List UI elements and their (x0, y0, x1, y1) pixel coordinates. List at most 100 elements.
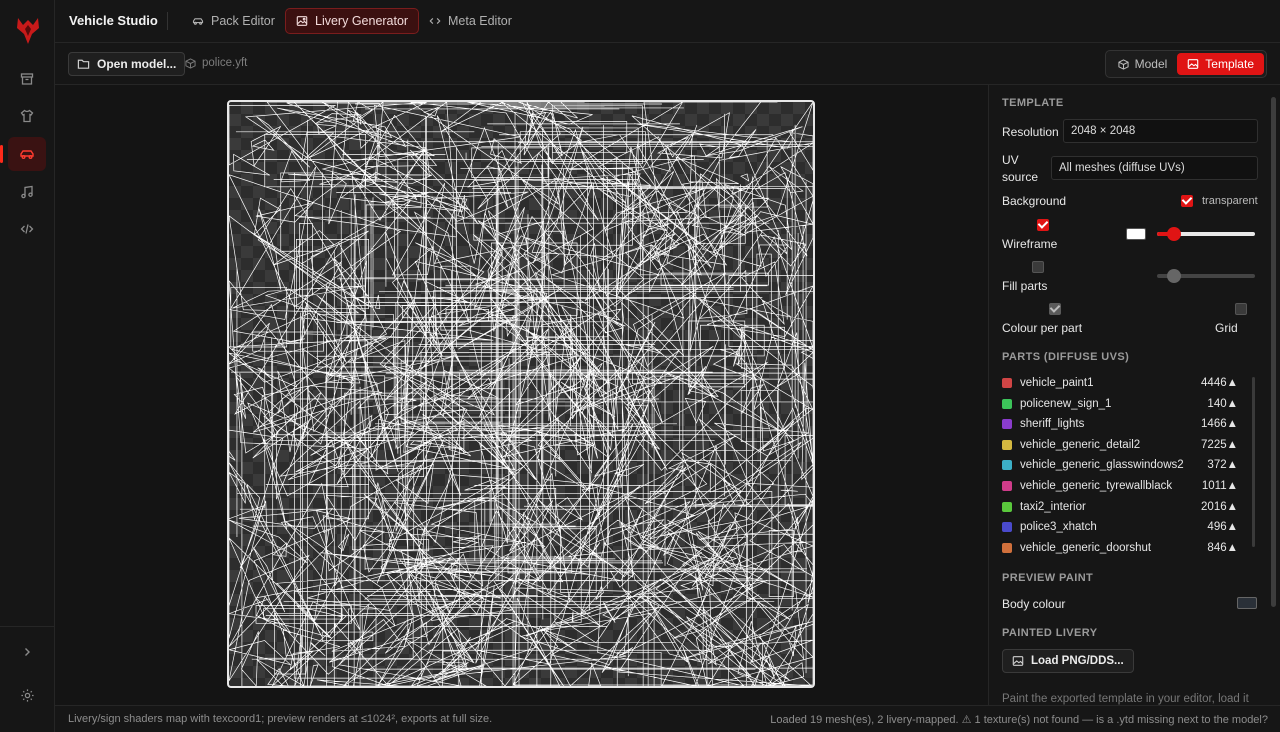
slider-knob[interactable] (1166, 269, 1181, 283)
wireframe-lines (229, 102, 813, 686)
background-label: Background (1002, 194, 1067, 208)
open-model-label: Open model... (97, 57, 177, 71)
part-triangle-count: 372▲ (1207, 459, 1238, 472)
view-toggle: Model Template (1104, 50, 1267, 78)
image-icon (1012, 656, 1024, 666)
part-row[interactable]: vehicle_paint1 4446▲ (1002, 373, 1238, 393)
tab-livery-generator[interactable]: Livery Generator (285, 8, 420, 34)
rail-expand-button[interactable] (8, 635, 46, 669)
uv-template-preview (227, 100, 815, 688)
tab-pack-editor[interactable]: Pack Editor (182, 8, 285, 34)
part-color-swatch (1002, 398, 1012, 409)
part-name: police3_xhatch (1020, 521, 1097, 534)
part-row[interactable]: vehicle_generic_doorshut 846▲ (1002, 538, 1238, 558)
rail-meta-button[interactable] (8, 212, 46, 246)
app-title: Vehicle Studio (69, 13, 158, 28)
body-colour-label: Body colour (1002, 597, 1066, 611)
image-icon (1188, 59, 1199, 69)
shirt-icon (20, 109, 34, 123)
part-name: vehicle_generic_tyrewallblack (1020, 480, 1173, 492)
archive-icon (20, 73, 34, 85)
part-row[interactable]: vehicle_generic_tyrewallblack 1011▲ (1002, 476, 1238, 496)
part-triangle-count: 2016▲ (1201, 500, 1238, 513)
view-model-label: Model (1134, 57, 1168, 71)
cube-icon (185, 57, 196, 69)
body-colour-swatch[interactable] (1237, 597, 1257, 609)
view-template-label: Template (1205, 57, 1254, 71)
uv-source-select[interactable]: All meshes (diffuse UVs) (1051, 156, 1258, 180)
painted-livery-section-title: PAINTED LIVERY (1002, 627, 1098, 639)
rail-divider (0, 626, 55, 627)
wireframe-path (229, 102, 813, 686)
view-template-button[interactable]: Template (1177, 53, 1264, 75)
part-name: policenew_sign_1 (1020, 397, 1112, 410)
status-left: Livery/sign shaders map with texcoord1; … (68, 713, 493, 725)
part-color-swatch (1002, 542, 1012, 553)
car-icon (20, 150, 34, 159)
painted-livery-hint: Paint the exported template in your edit… (1002, 693, 1249, 705)
tab-divider (167, 12, 168, 30)
view-model-button[interactable]: Model (1108, 53, 1178, 75)
code-icon (429, 18, 441, 24)
wireframe-checkbox[interactable] (1037, 219, 1049, 231)
tab-label: Pack Editor (211, 14, 275, 28)
template-section-title: TEMPLATE (1002, 97, 1064, 109)
chevron-right-icon (25, 648, 30, 656)
part-color-swatch (1002, 481, 1012, 491)
cube-icon (1118, 58, 1129, 70)
part-color-swatch (1002, 439, 1012, 450)
open-model-button[interactable]: Open model... (68, 52, 186, 76)
slider-knob[interactable] (1166, 227, 1181, 241)
part-row[interactable]: vehicle_generic_detail2 7225▲ (1002, 435, 1238, 455)
settings-panel: TEMPLATE Resolution 2048 × 2048 UV sourc… (988, 85, 1280, 705)
part-row[interactable]: sheriff_lights 1466▲ (1002, 414, 1238, 434)
rail-settings-button[interactable] (8, 678, 46, 712)
part-triangle-count: 846▲ (1207, 541, 1238, 554)
status-right: Loaded 19 mesh(es), 2 livery-mapped. ⚠ 1… (770, 714, 1268, 726)
transparent-label: transparent (1202, 195, 1258, 207)
app-logo-icon (17, 18, 39, 44)
folder-icon (77, 59, 90, 69)
part-color-swatch (1002, 522, 1012, 533)
rail-audio-button[interactable] (8, 175, 46, 209)
parts-scrollbar[interactable] (1252, 377, 1255, 547)
part-triangle-count: 7225▲ (1201, 438, 1238, 451)
top-bar: Vehicle Studio Pack Editor Livery Genera… (55, 0, 1280, 43)
part-row[interactable]: taxi2_interior 2016▲ (1002, 497, 1238, 517)
rail-vehicle-button[interactable] (0, 137, 46, 171)
colour-per-part-checkbox[interactable] (1049, 303, 1061, 315)
part-triangle-count: 4446▲ (1201, 377, 1238, 389)
panel-scrollbar[interactable] (1271, 97, 1276, 607)
load-livery-label: Load PNG/DDS... (1031, 655, 1124, 667)
grid-checkbox[interactable] (1235, 303, 1247, 315)
part-triangle-count: 496▲ (1207, 521, 1238, 534)
gear-icon (20, 688, 34, 702)
part-color-swatch (1002, 501, 1012, 512)
music-icon (21, 185, 33, 199)
resolution-select[interactable]: 2048 × 2048 (1063, 119, 1258, 143)
fill-parts-label: Fill parts (1002, 279, 1048, 293)
part-color-swatch (1002, 378, 1012, 388)
part-row[interactable]: police3_xhatch 496▲ (1002, 517, 1238, 537)
transparent-checkbox[interactable] (1181, 195, 1193, 207)
uv-wireframe (229, 102, 813, 686)
load-livery-button[interactable]: Load PNG/DDS... (1002, 649, 1134, 673)
part-row[interactable]: vehicle_generic_glasswindows2 372▲ (1002, 455, 1238, 475)
rail-shirt-button[interactable] (8, 99, 46, 133)
wireframe-color-swatch[interactable] (1126, 228, 1146, 240)
part-name: vehicle_generic_detail2 (1020, 438, 1141, 451)
part-row[interactable]: policenew_sign_1 140▲ (1002, 394, 1238, 414)
fill-parts-checkbox[interactable] (1032, 261, 1044, 273)
colour-per-part-label: Colour per part (1002, 321, 1083, 335)
tab-meta-editor[interactable]: Meta Editor (419, 8, 522, 34)
wireframe-label: Wireframe (1002, 237, 1058, 251)
wireframe-opacity-slider[interactable] (1157, 227, 1255, 241)
uv-source-label-line1: UV (1002, 153, 1019, 167)
part-name: sheriff_lights (1020, 418, 1085, 431)
part-name: vehicle_generic_doorshut (1020, 541, 1152, 554)
filename-label: police.yft (202, 57, 248, 69)
parts-section-title: PARTS (DIFFUSE UVS) (1002, 351, 1130, 363)
rail-archive-button[interactable] (8, 62, 46, 96)
fill-opacity-slider[interactable] (1157, 269, 1255, 283)
template-canvas[interactable] (55, 85, 988, 705)
